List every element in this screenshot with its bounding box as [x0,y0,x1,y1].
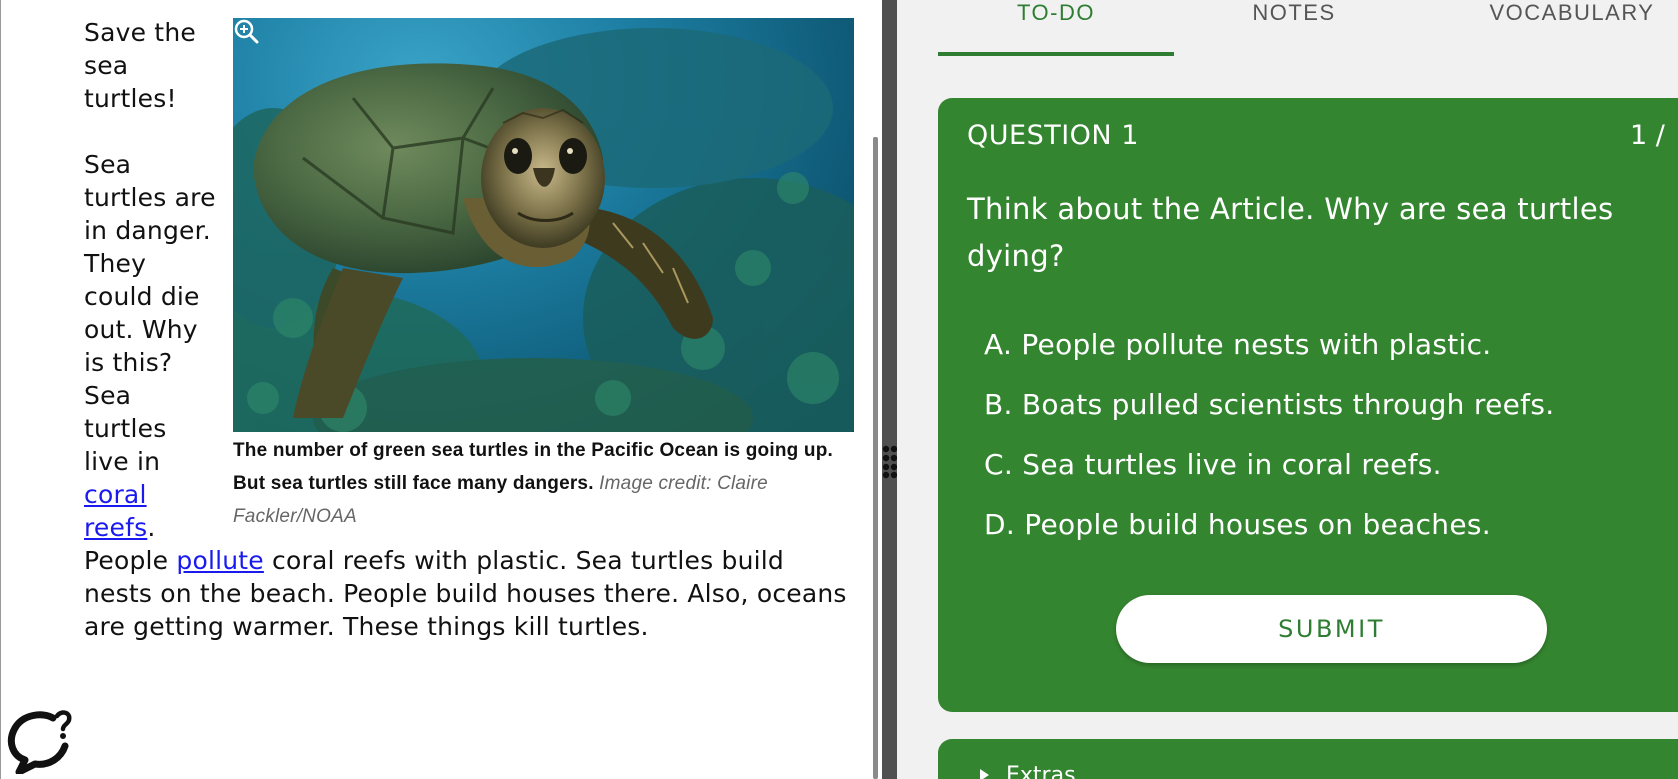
vocab-link-coral-reefs[interactable]: coral reefs [84,480,147,542]
answer-option-d[interactable]: D. People build houses on beaches. [984,508,1491,541]
paragraph-text: Sea turtles are in danger. They could di… [84,150,216,476]
tab-notes[interactable]: NOTES [1189,0,1399,32]
answer-option-b[interactable]: B. Boats pulled scientists through reefs… [984,388,1554,421]
zoom-in-icon[interactable] [233,18,259,44]
activity-pane: TO-DO NOTES VOCABULARY QUESTION 1 1 / Th… [897,0,1678,779]
active-tab-indicator [938,52,1174,56]
sea-turtle-illustration [233,28,854,432]
answer-option-c[interactable]: C. Sea turtles live in coral reefs. [984,448,1442,481]
vocab-link-pollute[interactable]: pollute [176,546,263,575]
question-counter: 1 / [1630,120,1665,151]
sea-turtle-photo[interactable] [233,18,854,432]
question-number: QUESTION 1 [967,120,1139,151]
submit-button[interactable]: SUBMIT [1116,595,1547,663]
article-body: The number of green sea turtles in the P… [84,16,854,643]
question-card: QUESTION 1 1 / Think about the Article. … [938,98,1678,712]
answer-option-a[interactable]: A. People pollute nests with plastic. [984,328,1491,361]
article-figure: The number of green sea turtles in the P… [233,18,854,533]
extras-label[interactable]: Extras [1006,763,1076,779]
pane-divider[interactable] [882,0,897,779]
question-text: Think about the Article. Why are sea tur… [967,192,1614,273]
image-caption: The number of green sea turtles in the P… [233,432,854,533]
tab-bar: TO-DO NOTES VOCABULARY [897,0,1678,58]
extras-section[interactable]: Extras [938,739,1678,779]
expand-caret-icon[interactable] [980,769,989,779]
article-pane: The number of green sea turtles in the P… [0,0,882,779]
tab-vocabulary[interactable]: VOCABULARY [1467,0,1677,32]
chat-help-icon[interactable] [5,704,75,774]
tab-to-do[interactable]: TO-DO [938,0,1174,32]
article-scrollbar[interactable] [873,137,878,779]
